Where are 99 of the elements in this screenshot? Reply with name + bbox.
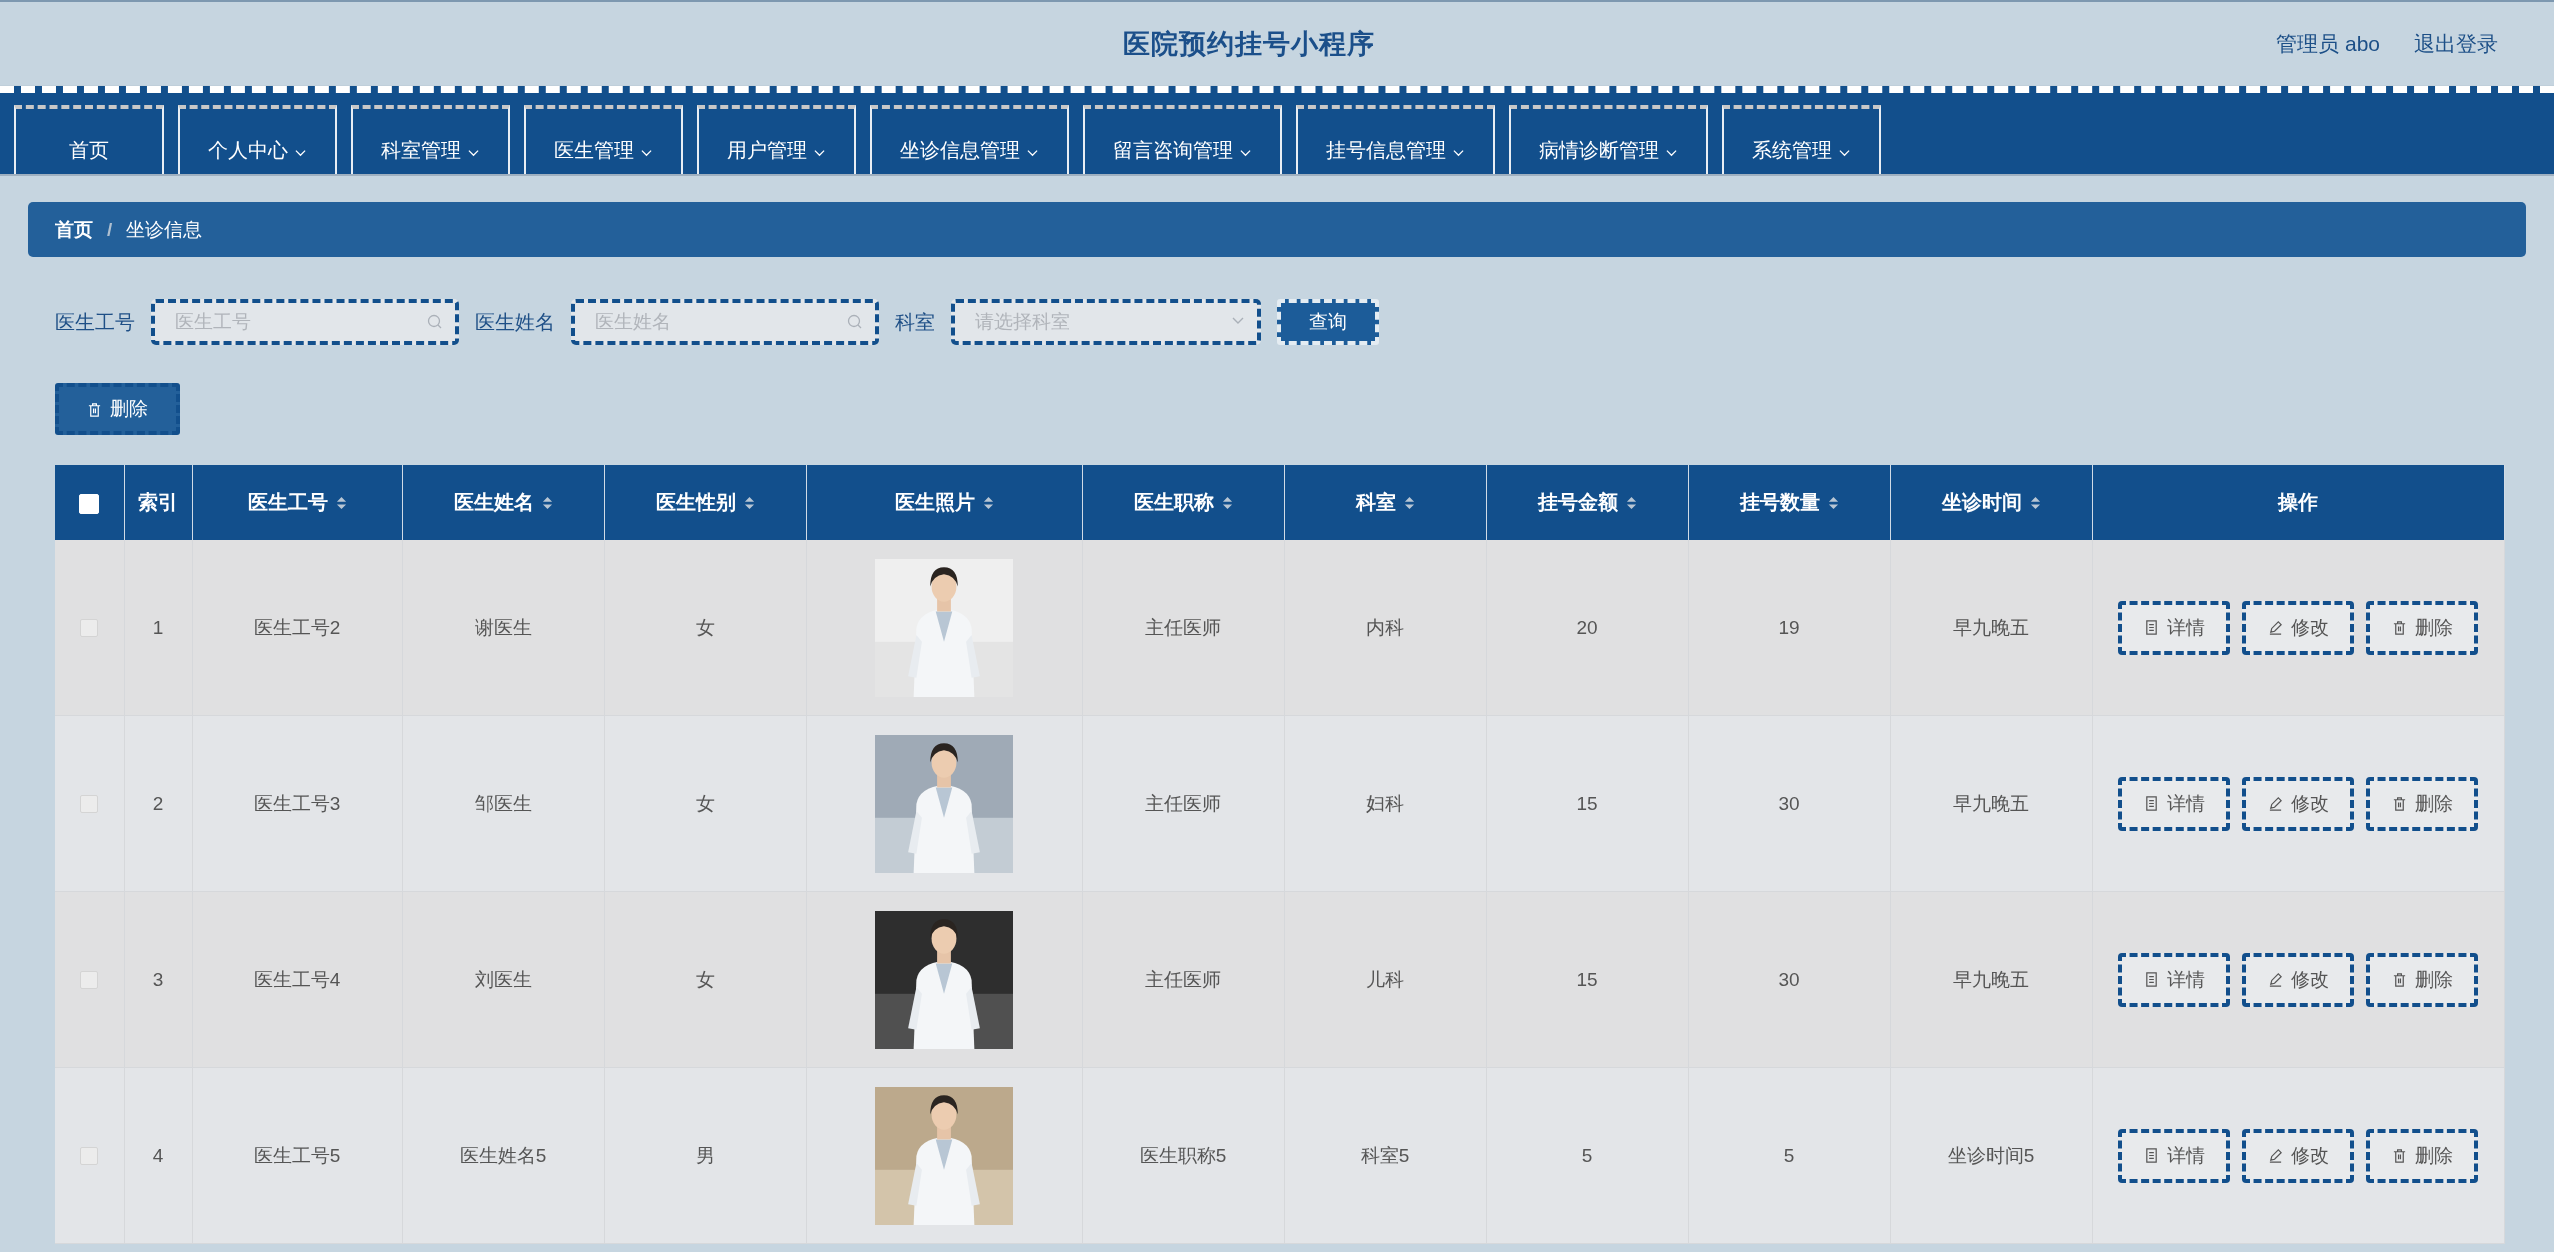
delete-button[interactable]: 删除 (2366, 776, 2478, 831)
search-button[interactable]: 查询 (1277, 299, 1379, 345)
table-cell: 谢医生 (474, 616, 532, 638)
pencil-icon (2267, 972, 2283, 987)
detail-button[interactable]: 详情 (2118, 600, 2230, 655)
table-cell: 妇科 (1366, 792, 1404, 814)
delete-button[interactable]: 删除 (55, 383, 180, 435)
column-header[interactable]: 医生照片 (894, 489, 975, 516)
checkbox[interactable] (80, 619, 99, 638)
search-icon (847, 314, 863, 330)
checkbox[interactable] (80, 795, 99, 814)
trash-icon (2391, 1148, 2407, 1163)
trash-icon (2391, 796, 2407, 811)
table-cell: 5 (1581, 1144, 1593, 1166)
table-cell: 医生职称5 (1139, 1144, 1227, 1166)
table-cell: 主任医师 (1145, 616, 1221, 638)
logout-link[interactable]: 退出登录 (2414, 29, 2498, 58)
nav-tab[interactable]: 挂号信息管理 (1296, 105, 1495, 174)
field-label: 医生工号 (55, 309, 135, 335)
nav-tab[interactable]: 病情诊断管理 (1509, 105, 1708, 174)
app-title: 医院预约挂号小程序 (1123, 27, 1375, 61)
table-cell: 早九晚五 (1953, 792, 2029, 814)
nav-tab[interactable]: 用户管理 (697, 105, 856, 174)
table-cell: 女 (695, 616, 715, 638)
table-cell: 儿科 (1366, 968, 1404, 990)
table-cell: 医生工号3 (253, 792, 341, 814)
edit-button[interactable]: 修改 (2242, 776, 2354, 831)
table-cell: 主任医师 (1145, 968, 1221, 990)
table-cell: 邹医生 (474, 792, 532, 814)
column-header[interactable]: 挂号数量 (1739, 489, 1820, 516)
table-cell: 刘医生 (474, 968, 532, 990)
table-cell: 内科 (1366, 616, 1404, 638)
nav-tab[interactable]: 留言咨询管理 (1083, 105, 1282, 174)
column-header[interactable]: 医生工号 (247, 489, 328, 516)
document-icon (2143, 620, 2159, 635)
detail-button[interactable]: 详情 (2118, 952, 2230, 1007)
table-cell: 早九晚五 (1953, 968, 2029, 990)
detail-button[interactable]: 详情 (2118, 776, 2230, 831)
column-header[interactable]: 坐诊时间 (1941, 489, 2022, 516)
edit-button[interactable]: 修改 (2242, 952, 2354, 1007)
pencil-icon (2267, 1148, 2283, 1163)
delete-button[interactable]: 删除 (2366, 1128, 2478, 1183)
trash-icon (87, 401, 102, 417)
delete-button[interactable]: 删除 (2366, 600, 2478, 655)
field-label: 医生姓名 (475, 309, 555, 335)
nav-tab[interactable]: 医生管理 (524, 105, 683, 174)
checkbox[interactable] (80, 1147, 99, 1166)
table-cell: 15 (1576, 968, 1598, 990)
column-header: 操作 (2278, 490, 2318, 515)
table-cell: 医生姓名5 (459, 1144, 547, 1166)
trash-icon (2391, 972, 2407, 987)
column-header[interactable]: 医生性别 (655, 489, 736, 516)
breadcrumb-item: 坐诊信息 (126, 217, 203, 242)
table-cell: 5 (1783, 1144, 1795, 1166)
table-cell: 主任医师 (1145, 792, 1221, 814)
breadcrumb-separator: / (107, 218, 113, 241)
column-header[interactable]: 医生姓名 (453, 489, 534, 516)
checkbox[interactable] (80, 971, 99, 990)
table-cell: 坐诊时间5 (1947, 1144, 2035, 1166)
table-cell: 20 (1576, 616, 1598, 638)
nav-tab[interactable]: 系统管理 (1722, 105, 1881, 174)
column-header: 索引 (138, 490, 178, 515)
table-cell: 30 (1778, 792, 1800, 814)
table-cell: 女 (695, 792, 715, 814)
column-header[interactable]: 医生职称 (1133, 489, 1214, 516)
pencil-icon (2267, 620, 2283, 635)
trash-icon (2391, 620, 2407, 635)
table-cell: 2 (152, 792, 164, 814)
edit-button[interactable]: 修改 (2242, 600, 2354, 655)
table-cell: 19 (1778, 616, 1800, 638)
detail-button[interactable]: 详情 (2118, 1128, 2230, 1183)
document-icon (2143, 1148, 2159, 1163)
nav-tab[interactable]: 个人中心 (178, 105, 337, 174)
document-icon (2143, 796, 2159, 811)
nav-tab[interactable]: 首页 (14, 105, 164, 174)
table-cell: 男 (695, 1144, 715, 1166)
nav-tab[interactable]: 科室管理 (351, 105, 510, 174)
table-cell: 30 (1778, 968, 1800, 990)
table-cell: 15 (1576, 792, 1598, 814)
table-cell: 3 (152, 968, 164, 990)
search-icon (427, 314, 443, 330)
delete-button[interactable]: 删除 (2366, 952, 2478, 1007)
column-header[interactable]: 挂号金额 (1537, 489, 1618, 516)
table-cell: 女 (695, 968, 715, 990)
table-cell: 医生工号2 (253, 616, 341, 638)
table-cell: 早九晚五 (1953, 616, 2029, 638)
breadcrumb-item[interactable]: 首页 (55, 216, 93, 243)
table-cell: 1 (152, 616, 164, 638)
field-label: 科室 (895, 309, 935, 335)
nav-tab[interactable]: 坐诊信息管理 (870, 105, 1069, 174)
table-cell: 科室5 (1360, 1144, 1410, 1166)
table-cell: 4 (152, 1144, 164, 1166)
table-cell: 医生工号5 (253, 1144, 341, 1166)
user-link[interactable]: 管理员 abo (2276, 29, 2380, 58)
column-header[interactable]: 科室 (1355, 489, 1396, 516)
document-icon (2143, 972, 2159, 987)
pencil-icon (2267, 796, 2283, 811)
table-cell: 医生工号4 (253, 968, 341, 990)
edit-button[interactable]: 修改 (2242, 1128, 2354, 1183)
